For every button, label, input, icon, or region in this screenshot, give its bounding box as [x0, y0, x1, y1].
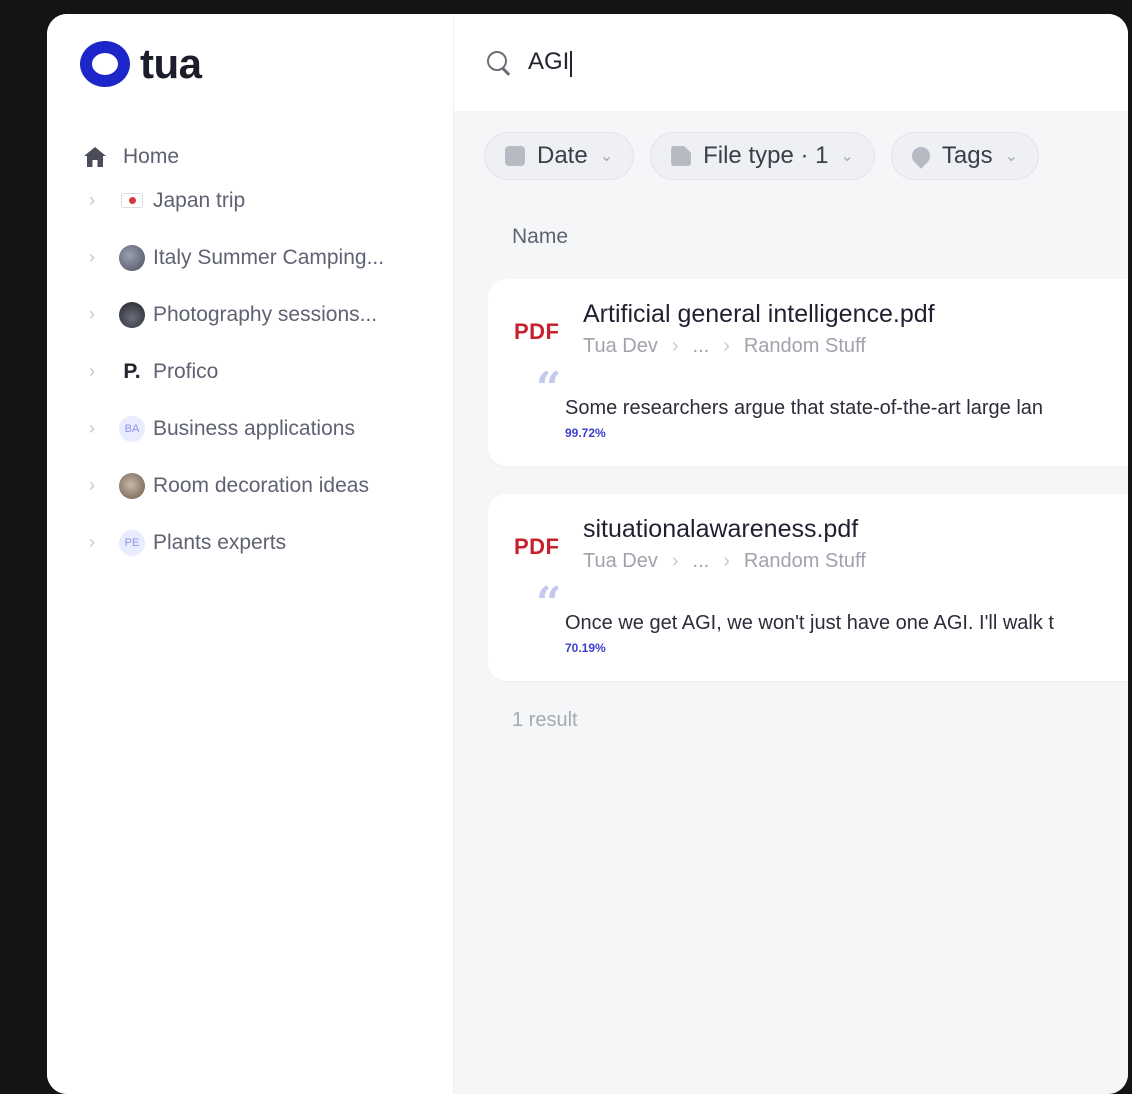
- sidebar-item-profico[interactable]: › P. Profico: [83, 343, 463, 400]
- breadcrumb-leaf[interactable]: Random Stuff: [744, 335, 866, 358]
- search-bar[interactable]: AGI: [454, 14, 1128, 111]
- chevron-right-icon[interactable]: ›: [89, 247, 113, 268]
- chevron-right-icon[interactable]: ›: [89, 475, 113, 496]
- sidebar-item-label: Japan trip: [153, 188, 246, 212]
- chevron-right-icon[interactable]: ›: [89, 361, 113, 382]
- calendar-icon: [505, 146, 525, 166]
- sidebar-item-business-applications[interactable]: › BA Business applications: [83, 400, 463, 457]
- chevron-right-icon: ›: [723, 550, 730, 572]
- sidebar: tua Home › Japan trip › Italy Summer Cam…: [47, 14, 454, 1094]
- sidebar-item-plants-experts[interactable]: › PE Plants experts: [83, 514, 463, 571]
- sidebar-item-label: Italy Summer Camping...: [153, 245, 385, 269]
- quote-icon: “: [536, 578, 562, 629]
- sidebar-item-label: Plants experts: [153, 530, 287, 554]
- breadcrumb-leaf[interactable]: Random Stuff: [744, 550, 866, 573]
- result-file-name[interactable]: Artificial general intelligence.pdf: [583, 300, 935, 329]
- sidebar-item-home[interactable]: Home: [83, 142, 463, 172]
- column-header-name[interactable]: Name: [454, 225, 1128, 249]
- relevance-score: 99.72%: [565, 426, 606, 440]
- sidebar-item-photography-sessions[interactable]: › Photography sessions...: [83, 286, 463, 343]
- logo-mark-icon: [80, 41, 130, 87]
- results-list: PDF Artificial general intelligence.pdf …: [454, 279, 1128, 681]
- file-icon: [671, 146, 692, 166]
- result-snippet: Some researchers argue that state-of-the…: [565, 397, 1044, 419]
- sidebar-item-label: Home: [123, 145, 180, 168]
- filetype-filter-label: File type · 1: [703, 142, 829, 169]
- chevron-right-icon[interactable]: ›: [89, 304, 113, 325]
- sidebar-item-label: Business applications: [153, 416, 355, 440]
- chevron-right-icon: ›: [723, 335, 730, 357]
- chevron-right-icon: ›: [671, 550, 679, 572]
- photo-avatar-icon: [119, 472, 145, 499]
- tags-filter-label: Tags: [941, 142, 993, 169]
- app-window: tua Home › Japan trip › Italy Summer Cam…: [47, 14, 1128, 1094]
- chevron-down-icon: ⌄: [840, 148, 854, 165]
- search-value: AGI: [528, 47, 570, 75]
- breadcrumb-middle[interactable]: ...: [693, 335, 710, 358]
- result-file-name[interactable]: situationalawareness.pdf: [583, 515, 858, 544]
- main-panel: AGI Date ⌄ File type · 1 ⌄ Tags ⌄ Name P…: [454, 14, 1128, 1094]
- search-icon: [486, 50, 512, 76]
- result-card[interactable]: PDF situationalawareness.pdf Tua Dev › .…: [488, 494, 1128, 681]
- pdf-file-icon: PDF: [514, 534, 560, 559]
- filter-bar: Date ⌄ File type · 1 ⌄ Tags ⌄: [454, 132, 1128, 180]
- logo[interactable]: tua: [80, 41, 202, 87]
- chevron-down-icon: ⌄: [1004, 148, 1019, 165]
- breadcrumb: Tua Dev › ... › Random Stuff: [583, 335, 866, 358]
- quote-icon: “: [536, 363, 562, 414]
- search-input[interactable]: AGI: [528, 47, 573, 78]
- text-caret: [570, 51, 573, 78]
- sidebar-item-label: Room decoration ideas: [153, 473, 369, 497]
- sidebar-nav: Home › Japan trip › Italy Summer Camping…: [83, 142, 463, 571]
- result-count: 1 result: [512, 709, 578, 731]
- japan-flag-icon: [119, 188, 145, 214]
- sidebar-item-room-decoration-ideas[interactable]: › Room decoration ideas: [83, 457, 463, 514]
- chevron-right-icon[interactable]: ›: [89, 190, 113, 211]
- logo-text: tua: [140, 40, 202, 87]
- sidebar-item-italy-summer-camping[interactable]: › Italy Summer Camping...: [83, 229, 463, 286]
- result-snippet: Once we get AGI, we won't just have one …: [565, 612, 1054, 634]
- result-card[interactable]: PDF Artificial general intelligence.pdf …: [488, 279, 1128, 466]
- breadcrumb-root[interactable]: Tua Dev: [583, 335, 658, 358]
- date-filter-label: Date: [537, 142, 588, 169]
- breadcrumb-middle[interactable]: ...: [693, 550, 710, 573]
- tags-filter-button[interactable]: Tags ⌄: [890, 132, 1040, 180]
- sidebar-item-label: Photography sessions...: [153, 302, 378, 326]
- sidebar-item-label: Profico: [153, 359, 219, 383]
- pdf-file-icon: PDF: [514, 319, 560, 344]
- breadcrumb-root[interactable]: Tua Dev: [583, 550, 658, 573]
- tag-icon: [908, 143, 934, 169]
- home-icon: [84, 147, 106, 167]
- p-letter-icon: P.: [123, 359, 141, 383]
- date-filter-button[interactable]: Date ⌄: [484, 132, 635, 180]
- filetype-filter-button[interactable]: File type · 1 ⌄: [650, 132, 875, 180]
- relevance-score: 70.19%: [565, 641, 606, 655]
- breadcrumb: Tua Dev › ... › Random Stuff: [583, 550, 866, 573]
- initials-avatar-icon: PE: [119, 529, 145, 556]
- photo-avatar-icon: [119, 301, 145, 328]
- chevron-right-icon: ›: [671, 335, 679, 357]
- chevron-down-icon: ⌄: [599, 148, 614, 165]
- photo-avatar-icon: [119, 244, 145, 271]
- chevron-right-icon[interactable]: ›: [89, 532, 113, 553]
- initials-avatar-icon: BA: [119, 415, 145, 442]
- sidebar-item-japan-trip[interactable]: › Japan trip: [83, 172, 463, 229]
- chevron-right-icon[interactable]: ›: [89, 418, 113, 439]
